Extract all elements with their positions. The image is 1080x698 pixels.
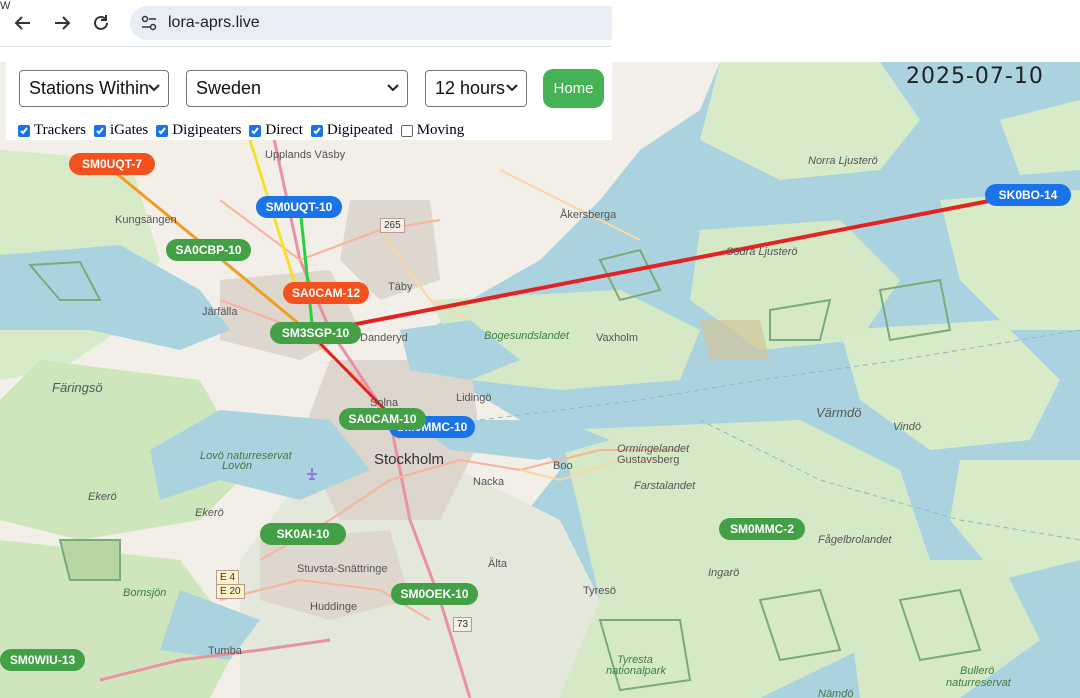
filter-label: Direct [265, 122, 303, 138]
checkbox[interactable] [310, 124, 323, 137]
map-label: Ekerö [195, 507, 224, 519]
filter-trackers[interactable]: Trackers [18, 122, 86, 139]
url-text: lora-aprs.live [168, 14, 260, 31]
map-label: Bornsjön [123, 587, 167, 599]
station-marker[interactable]: SM0MMC-2 [719, 518, 805, 540]
map-label: Nacka [473, 476, 505, 488]
map-label: Fågelbrolandet [818, 534, 892, 546]
region-select-value: Sweden [196, 78, 262, 98]
forward-icon[interactable] [51, 12, 73, 34]
map-label: nationalpark [606, 665, 666, 677]
map-label: Vaxholm [596, 332, 638, 344]
station-marker[interactable]: SM0UQT-7 [69, 153, 155, 175]
station-marker[interactable]: SA0CAM-12 [283, 282, 369, 304]
station-marker[interactable]: SK0AI-10 [260, 523, 346, 545]
filter-label: Digipeaters [172, 122, 242, 138]
station-marker[interactable]: SM3SGP-10 [270, 322, 361, 344]
map-label: Tyresö [583, 585, 617, 597]
period-select[interactable]: 12 hours [425, 70, 527, 107]
map-base [0, 62, 1080, 698]
road-shield: E 20 [216, 584, 245, 599]
station-marker[interactable]: SA0CAM-10 [339, 408, 426, 430]
map-label: Danderyd [360, 332, 408, 344]
scope-select-value: Stations Within [29, 78, 150, 98]
map-label: Ingarö [708, 567, 740, 579]
map-label: Södra Ljusterö [726, 246, 798, 258]
filter-panel: Stations Within Sweden 12 hours Home Tra… [6, 48, 612, 140]
station-marker[interactable]: SA0CBP-10 [166, 239, 251, 261]
map-label: Huddinge [310, 601, 358, 613]
map-label: Tumba [208, 645, 242, 657]
filter-direct[interactable]: Direct [249, 122, 303, 139]
checkbox[interactable] [156, 124, 169, 137]
checkbox[interactable] [400, 124, 413, 137]
period-select-value: 12 hours [435, 78, 506, 98]
map-label: Kungsängen [115, 214, 177, 226]
station-marker[interactable]: SM0OEK-10 [391, 583, 478, 605]
region-select[interactable]: Sweden [186, 70, 408, 107]
map-label: Älta [488, 558, 507, 570]
map-label: Stuvsta-Snättringe [297, 563, 388, 575]
map-label: Lovön [222, 460, 252, 472]
checkbox[interactable] [93, 124, 106, 137]
edge-text: W [0, 0, 11, 12]
filter-digipeated[interactable]: Digipeated [310, 122, 393, 139]
road-shield: 265 [380, 218, 405, 233]
map-label: Norra Ljusterö [808, 155, 878, 167]
filter-label: Moving [416, 122, 465, 138]
date-display: 2025-07-10 [906, 64, 1044, 89]
map[interactable]: Upplands Väsby Kungsängen Järfälla Täby … [0, 62, 1080, 698]
address-bar[interactable]: lora-aprs.live [130, 6, 612, 40]
road-shield: E 4 [216, 570, 240, 585]
chevron-down-icon [387, 84, 399, 92]
map-label: Boo [553, 460, 573, 472]
map-label: Järfälla [202, 306, 238, 318]
map-label: Stockholm [374, 451, 445, 468]
chevron-down-icon [148, 84, 160, 92]
map-label: Nämdö [818, 688, 854, 698]
site-settings-icon[interactable] [140, 14, 158, 32]
back-icon[interactable] [12, 12, 34, 34]
airport-icon [307, 468, 317, 480]
station-marker[interactable]: SM0WIU-13 [0, 649, 85, 671]
map-label: Upplands Väsby [265, 149, 346, 161]
station-marker[interactable]: SK0BO-14 [985, 184, 1071, 206]
road-shield: 73 [453, 617, 473, 632]
map-label: Värmdö [816, 405, 862, 420]
map-label: Ekerö [88, 491, 117, 503]
map-label: Vindö [893, 421, 921, 433]
map-label: Bullerö [960, 665, 995, 677]
map-label: Farstalandet [634, 480, 696, 492]
filter-label: Digipeated [326, 122, 393, 138]
scope-select[interactable]: Stations Within [19, 70, 169, 107]
home-button[interactable]: Home [543, 69, 604, 108]
checkbox[interactable] [18, 124, 30, 137]
station-marker[interactable]: SM0UQT-10 [256, 196, 342, 218]
filter-label: iGates [109, 122, 149, 138]
filter-igates[interactable]: iGates [93, 122, 149, 139]
reload-icon[interactable] [90, 12, 112, 34]
filter-checkboxes: Trackers iGates Digipeaters Direct Digip… [18, 122, 472, 139]
map-label: Lidingö [456, 392, 492, 404]
map-label: Gustavsberg [617, 454, 680, 466]
filter-moving[interactable]: Moving [400, 122, 465, 139]
map-label: naturreservat [946, 677, 1011, 689]
map-label: Bogesundslandet [484, 330, 570, 342]
checkbox[interactable] [249, 124, 262, 137]
map-label: Täby [388, 281, 413, 293]
browser-toolbar: W lora-aprs.live [0, 0, 612, 47]
filter-label: Trackers [34, 122, 86, 138]
chevron-down-icon [506, 84, 518, 92]
map-label: Åkersberga [560, 209, 617, 221]
map-label: Färingsö [52, 380, 103, 395]
filter-digipeaters[interactable]: Digipeaters [156, 122, 241, 139]
